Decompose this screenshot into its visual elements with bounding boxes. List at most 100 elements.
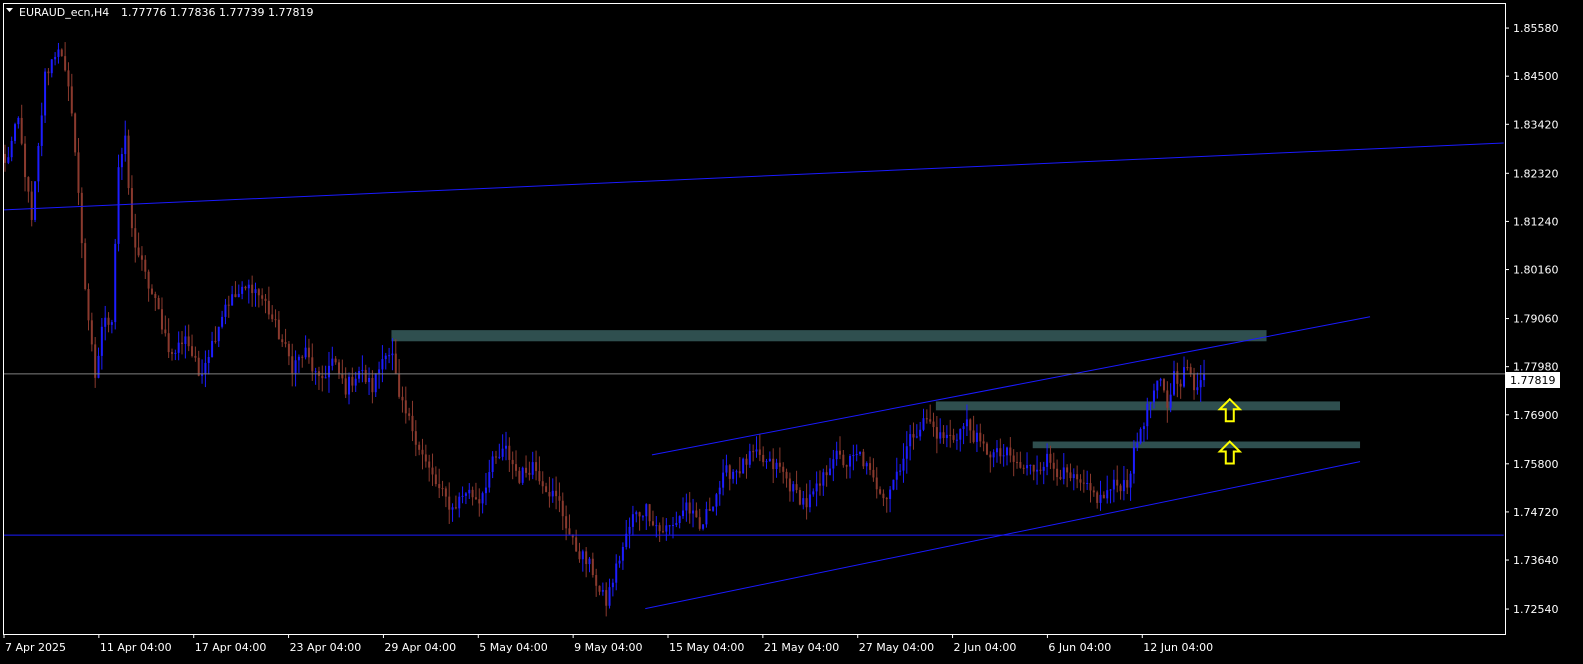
candle-body — [738, 471, 741, 474]
chart-frame — [3, 3, 1506, 635]
candle-body — [17, 117, 20, 125]
candle-body — [117, 167, 120, 244]
candle-body — [641, 516, 644, 518]
candle-body — [555, 490, 558, 497]
candle-body — [772, 458, 775, 470]
candle-body — [160, 309, 163, 330]
current-price-text: 1.77819 — [1510, 374, 1556, 387]
candle-body — [621, 546, 624, 561]
candle-body — [755, 449, 758, 452]
candle-body — [578, 551, 581, 560]
candle-body — [1109, 489, 1112, 491]
price-tick-label: 1.77980 — [1513, 361, 1559, 374]
candle-body — [1082, 482, 1085, 484]
price-tick-label: 1.72540 — [1513, 603, 1559, 616]
candle-body — [705, 509, 708, 525]
candle-body — [995, 448, 998, 453]
candle-body — [37, 145, 40, 182]
candle-body — [94, 344, 97, 378]
candle-body — [765, 461, 768, 463]
candle-body — [164, 329, 167, 334]
candle-body — [558, 496, 561, 501]
candle-body — [458, 496, 461, 509]
candle-body — [87, 289, 90, 321]
candle-body — [835, 450, 838, 460]
candle-body — [972, 430, 975, 442]
price-chart[interactable]: 1.85580 1.84500 1.83420 1.82320 1.81240 1.801… — [0, 0, 1583, 664]
candle-body — [444, 488, 447, 497]
candle-body — [421, 449, 424, 455]
price-tick-label: 1.81240 — [1513, 215, 1559, 228]
candle-body — [60, 49, 63, 57]
candle-body — [1196, 387, 1199, 391]
candle-body — [575, 537, 578, 552]
candle-body — [434, 474, 437, 485]
candle-body — [975, 432, 978, 442]
candle-body — [561, 500, 564, 517]
candle-body — [1086, 483, 1089, 485]
candle-body — [825, 472, 828, 476]
candle-body — [915, 436, 918, 438]
candle-body — [601, 590, 604, 592]
time-tick-label: 11 Apr 04:00 — [100, 641, 172, 654]
menu-triangle-icon[interactable] — [6, 8, 13, 12]
current-price-label: 1.77819 — [1506, 372, 1560, 388]
candle-body — [688, 502, 691, 514]
candle-body — [331, 358, 334, 366]
candle-body — [1042, 466, 1045, 471]
candle-body — [358, 370, 361, 379]
candle-body — [855, 454, 858, 456]
candle-body — [1176, 371, 1179, 384]
candle-body — [778, 462, 781, 467]
candle-body — [1173, 371, 1175, 395]
candle-body — [231, 294, 234, 306]
candle-body — [464, 493, 467, 496]
candle-body — [474, 497, 477, 500]
candle-body — [598, 585, 601, 592]
candle-body — [184, 336, 187, 344]
candle-body — [1072, 474, 1075, 479]
candle-body — [120, 154, 123, 168]
candle-body — [177, 342, 180, 353]
candle-body — [388, 355, 391, 357]
candle-body — [371, 377, 374, 393]
candle-body — [839, 450, 841, 455]
candle-body — [615, 563, 618, 583]
candle-body — [752, 451, 755, 453]
candle-body — [812, 491, 815, 495]
candle-body — [922, 418, 925, 430]
candle-body — [1179, 383, 1182, 387]
candle-body — [702, 524, 705, 529]
candle-body — [1009, 447, 1012, 456]
candle-body — [171, 352, 173, 354]
candle-body — [411, 415, 414, 432]
candle-body — [859, 451, 862, 455]
candle-body — [782, 466, 785, 472]
candle-body — [267, 300, 270, 315]
candle-body — [468, 489, 471, 494]
candle-body — [708, 509, 711, 511]
price-tick-label: 1.80160 — [1513, 264, 1559, 277]
candle-body — [742, 458, 745, 474]
candle-body — [64, 56, 67, 71]
candle-body — [150, 288, 153, 294]
candle-body — [7, 157, 10, 163]
candle-body — [501, 448, 504, 457]
candle-body — [989, 454, 992, 458]
candle-body — [1106, 490, 1109, 499]
candle-body — [84, 243, 87, 290]
candle-body — [241, 286, 244, 294]
candle-body — [1006, 447, 1008, 456]
candle-body — [725, 465, 728, 473]
candle-body — [982, 441, 985, 444]
time-tick-label: 7 Apr 2025 — [5, 641, 66, 654]
candle-body — [90, 320, 93, 345]
price-tick-label: 1.79060 — [1513, 313, 1559, 326]
candle-body — [1116, 479, 1119, 486]
candle-body — [114, 243, 117, 323]
candle-body — [1122, 480, 1125, 492]
candle-body — [638, 512, 641, 517]
candle-body — [1032, 464, 1035, 472]
candle-body — [648, 504, 651, 522]
candle-body — [301, 356, 304, 358]
